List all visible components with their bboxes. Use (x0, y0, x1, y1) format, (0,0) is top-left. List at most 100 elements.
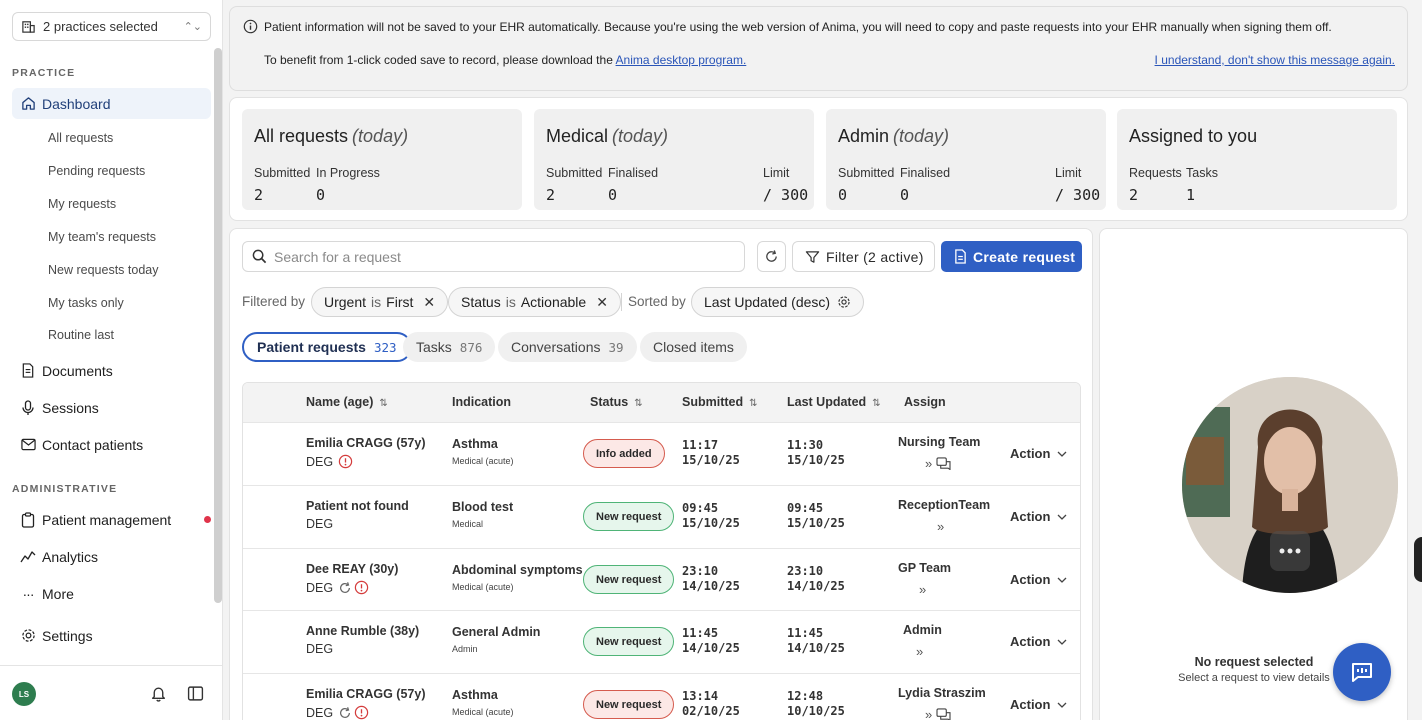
sort-chip[interactable]: Last Updated (desc) (691, 287, 865, 317)
tab-patient-requests[interactable]: Patient requests 323 (242, 332, 412, 362)
practice-selector-label: 2 practices selected (43, 19, 158, 34)
stat-label: In Progress (316, 166, 380, 180)
stat-value: 2 (254, 186, 264, 204)
double-chevron-icon[interactable]: » (925, 707, 932, 720)
assign-icons: » (937, 519, 944, 534)
action-dropdown[interactable]: Action (1010, 572, 1067, 587)
action-label: Action (1010, 509, 1051, 524)
nav-sub-all-requests[interactable]: All requests (48, 131, 113, 145)
analytics-icon (20, 549, 36, 565)
header-label: Submitted (682, 395, 744, 409)
stat-label: Finalised (900, 166, 951, 180)
indication: Abdominal symptoms (452, 563, 583, 577)
bell-icon[interactable] (150, 685, 167, 702)
submitted-time: 11:17 15/10/25 (682, 438, 740, 468)
search-box[interactable] (242, 241, 745, 272)
patient-tag: DEG (306, 642, 334, 656)
sidebar-scrollbar[interactable] (214, 48, 222, 603)
nav-analytics[interactable]: Analytics (12, 541, 211, 572)
tab-label: Conversations (511, 339, 601, 355)
filter-button-label: Filter (2 active) (826, 248, 924, 265)
header-label: Name (age) (306, 395, 374, 409)
practice-selector[interactable]: 2 practices selected ⌃⌄ (12, 12, 211, 41)
remove-filter-icon[interactable]: ✕ (596, 294, 608, 311)
stat-value: 0 (900, 186, 910, 204)
remove-filter-icon[interactable]: ✕ (423, 294, 435, 311)
column-header-name[interactable]: Name (age) ⇅ (306, 395, 388, 409)
desktop-program-link[interactable]: Anima desktop program. (616, 53, 747, 67)
tab-label: Tasks (416, 339, 452, 355)
nav-sub-routine-last[interactable]: Routine last (48, 328, 114, 342)
chat-button[interactable] (1333, 643, 1391, 701)
new-document-icon (955, 249, 966, 264)
sidebar-toggle-icon[interactable] (187, 685, 204, 702)
table-row[interactable]: Anne Rumble (38y) DEG General Admin Admi… (243, 610, 1080, 673)
document-icon (20, 363, 36, 379)
date: 10/10/25 (787, 704, 845, 718)
webcam-overlay[interactable] (1182, 377, 1398, 593)
nav-sessions[interactable]: Sessions (12, 392, 211, 423)
double-chevron-icon[interactable]: » (925, 456, 932, 471)
filter-chip-status[interactable]: Status is Actionable ✕ (448, 287, 621, 317)
date: 14/10/25 (787, 579, 845, 593)
section-label-practice: PRACTICE (12, 67, 76, 79)
indication: General Admin (452, 625, 541, 639)
double-chevron-icon[interactable]: » (916, 644, 923, 659)
assign-icons: » (919, 582, 926, 597)
nav-patient-management[interactable]: Patient management (12, 504, 211, 535)
nav-more[interactable]: ··· More (12, 578, 211, 609)
updated-time: 11:45 14/10/25 (787, 626, 845, 656)
double-chevron-icon[interactable]: » (919, 582, 926, 597)
action-dropdown[interactable]: Action (1010, 509, 1067, 524)
gear-icon (20, 628, 36, 644)
nav-sub-new-requests-today[interactable]: New requests today (48, 263, 158, 277)
action-dropdown[interactable]: Action (1010, 446, 1067, 461)
column-header-status[interactable]: Status ⇅ (590, 395, 643, 409)
stat-limit-value: / 300 (1055, 186, 1101, 204)
double-chevron-icon[interactable]: » (937, 519, 944, 534)
stat-title: All requests (today) (254, 126, 408, 147)
avatar[interactable]: LS (12, 682, 36, 706)
dismiss-notice-link[interactable]: I understand, don't show this message ag… (1155, 53, 1395, 67)
date: 15/10/25 (787, 516, 845, 530)
nav-analytics-label: Analytics (42, 548, 99, 565)
nav-dashboard[interactable]: Dashboard (12, 88, 211, 119)
patient-tag: DEG (306, 580, 334, 595)
table-row[interactable]: Emilia CRAGG (57y) DEG Asthma Medical (a… (243, 673, 1080, 720)
nav-sub-my-requests[interactable]: My requests (48, 197, 116, 211)
sidebar: 2 practices selected ⌃⌄ PRACTICE Dashboa… (0, 0, 223, 720)
tab-tasks[interactable]: Tasks 876 (403, 332, 496, 362)
action-dropdown[interactable]: Action (1010, 634, 1067, 649)
header-label: Status (590, 395, 629, 409)
nav-settings[interactable]: Settings (12, 620, 211, 651)
gear-icon[interactable] (837, 295, 851, 309)
create-request-button[interactable]: Create request (941, 241, 1082, 272)
alert-dot (204, 516, 211, 523)
section-label-administrative: ADMINISTRATIVE (12, 483, 118, 495)
tab-conversations[interactable]: Conversations 39 (498, 332, 637, 362)
table-row[interactable]: Dee REAY (30y) DEG Abdominal symptoms Me… (243, 548, 1080, 611)
filter-chip-urgent[interactable]: Urgent is First ✕ (311, 287, 449, 317)
chip-op: is (505, 294, 516, 310)
action-dropdown[interactable]: Action (1010, 697, 1067, 712)
table-row[interactable]: Emilia CRAGG (57y) DEG Asthma Medical (a… (243, 422, 1080, 485)
stat-title-text: Admin (838, 126, 890, 146)
nav-contact-patients[interactable]: Contact patients (12, 429, 211, 460)
nav-sub-my-tasks-only[interactable]: My tasks only (48, 296, 124, 310)
refresh-button[interactable] (757, 241, 786, 272)
tab-closed-items[interactable]: Closed items (640, 332, 747, 362)
chat-bubbles-icon[interactable] (936, 457, 951, 470)
column-header-submitted[interactable]: Submitted ⇅ (682, 395, 758, 409)
nav-sub-my-teams-requests[interactable]: My team's requests (48, 230, 156, 244)
patient-tag: DEG (306, 705, 334, 720)
filter-button[interactable]: Filter (2 active) (792, 241, 935, 272)
nav-documents[interactable]: Documents (12, 355, 211, 386)
stat-title-text: Medical (546, 126, 609, 146)
search-input[interactable] (274, 248, 714, 265)
nav-sub-pending-requests[interactable]: Pending requests (48, 164, 145, 178)
nav-settings-label: Settings (42, 627, 93, 644)
table-row[interactable]: Patient not found DEG Blood test Medical… (243, 485, 1080, 548)
chat-bubbles-icon[interactable] (936, 708, 951, 720)
sort-icon: ⇅ (872, 398, 881, 409)
column-header-last-updated[interactable]: Last Updated ⇅ (787, 395, 881, 409)
